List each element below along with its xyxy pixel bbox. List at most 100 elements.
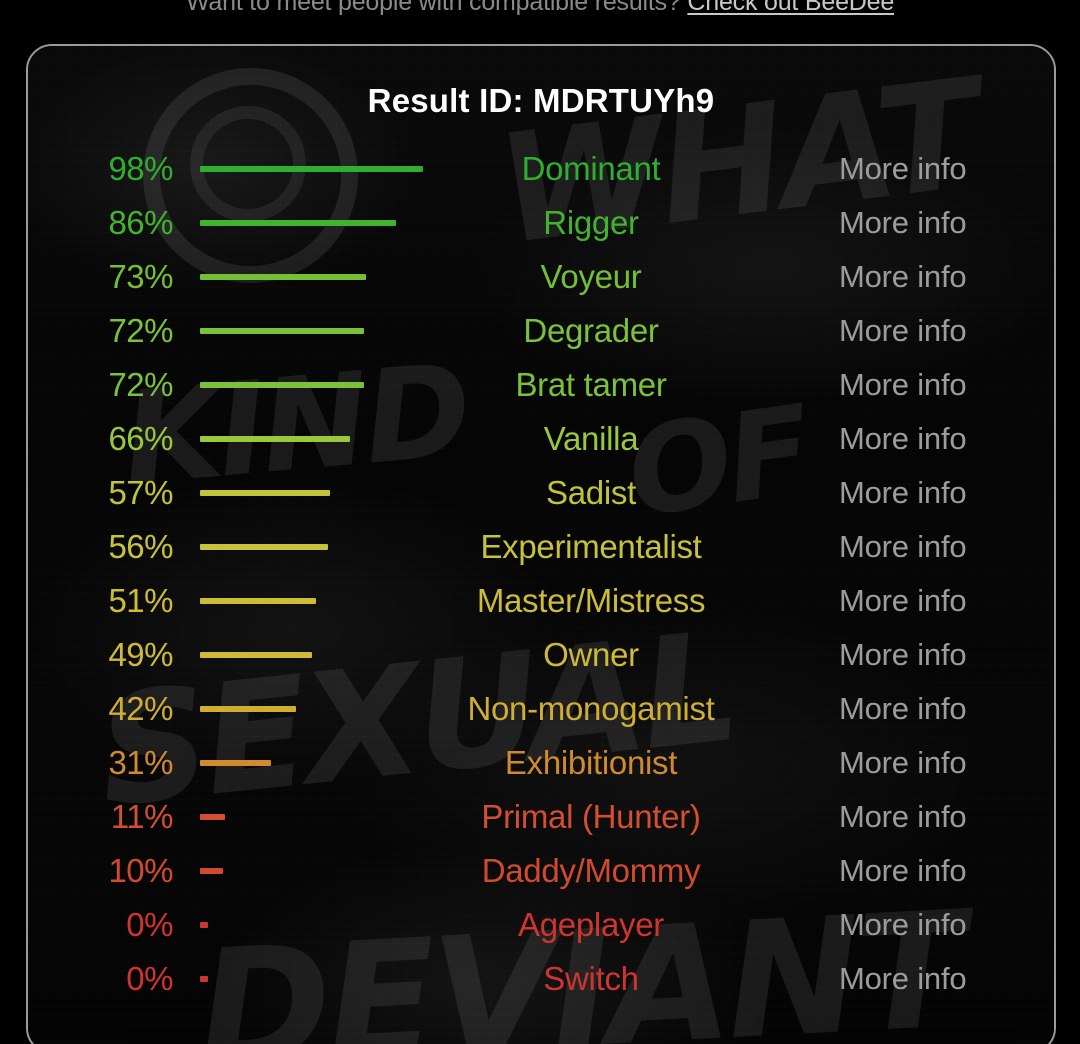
bar-fill: [200, 760, 271, 766]
result-id-title: Result ID: MDRTUYh9: [367, 82, 715, 119]
more-info-link[interactable]: More info: [839, 691, 1054, 727]
results-list: 98% Dominant More info 86% Rigger More info 73…: [28, 142, 1054, 1006]
percentage-value: 0%: [126, 906, 173, 943]
bar-track: [173, 652, 463, 658]
kink-label: Rigger: [543, 204, 639, 241]
more-info-link[interactable]: More info: [839, 421, 1054, 457]
more-info-link[interactable]: More info: [839, 637, 1054, 673]
percentage-value: 72%: [108, 366, 173, 403]
promo-banner: Want to meet people with compatible resu…: [0, 0, 1080, 17]
bar-track: [173, 706, 463, 712]
kink-label: Ageplayer: [518, 906, 664, 943]
more-info-link[interactable]: More info: [839, 205, 1054, 241]
more-info-link[interactable]: More info: [839, 529, 1054, 565]
more-info-link[interactable]: More info: [839, 745, 1054, 781]
more-info-link[interactable]: More info: [839, 853, 1054, 889]
bar-track: [173, 976, 463, 982]
bar-fill: [200, 274, 366, 280]
more-info-link[interactable]: More info: [839, 259, 1054, 295]
result-row: 0% Ageplayer More info: [28, 898, 1054, 952]
percentage-value: 73%: [108, 258, 173, 295]
bar-fill: [200, 976, 208, 982]
percentage-value: 57%: [108, 474, 173, 511]
result-row: 72% Brat tamer More info: [28, 358, 1054, 412]
percentage-value: 86%: [108, 204, 173, 241]
result-row: 72% Degrader More info: [28, 304, 1054, 358]
bar-fill: [200, 328, 364, 334]
bar-track: [173, 220, 463, 226]
bar-track: [173, 922, 463, 928]
result-row: 42% Non-monogamist More info: [28, 682, 1054, 736]
screen-root: Want to meet people with compatible resu…: [0, 0, 1080, 1044]
bar-fill: [200, 436, 350, 442]
beedee-link[interactable]: Check out BeeDee: [687, 0, 894, 16]
result-row: 57% Sadist More info: [28, 466, 1054, 520]
percentage-value: 42%: [108, 690, 173, 727]
bar-track: [173, 814, 463, 820]
bar-track: [173, 436, 463, 442]
bar-fill: [200, 544, 328, 550]
kink-label: Sadist: [546, 474, 636, 511]
bar-fill: [200, 652, 312, 658]
result-row: 11% Primal (Hunter) More info: [28, 790, 1054, 844]
kink-label: Vanilla: [543, 420, 639, 457]
percentage-value: 72%: [108, 312, 173, 349]
more-info-link[interactable]: More info: [839, 475, 1054, 511]
kink-label: Exhibitionist: [504, 744, 678, 781]
more-info-link[interactable]: More info: [839, 583, 1054, 619]
result-row: 0% Switch More info: [28, 952, 1054, 1006]
result-row: 86% Rigger More info: [28, 196, 1054, 250]
promo-text: Want to meet people with compatible resu…: [185, 0, 681, 16]
more-info-link[interactable]: More info: [839, 151, 1054, 187]
bar-fill: [200, 706, 296, 712]
bar-track: [173, 868, 463, 874]
result-row: 10% Daddy/Mommy More info: [28, 844, 1054, 898]
bar-track: [173, 598, 463, 604]
bar-track: [173, 490, 463, 496]
bar-track: [173, 760, 463, 766]
kink-label: Dominant: [521, 150, 661, 187]
result-row: 73% Voyeur More info: [28, 250, 1054, 304]
percentage-value: 98%: [108, 150, 173, 187]
kink-label: Degrader: [523, 312, 659, 349]
result-row: 98% Dominant More info: [28, 142, 1054, 196]
result-row: 66% Vanilla More info: [28, 412, 1054, 466]
percentage-value: 49%: [108, 636, 173, 673]
kink-label: Brat tamer: [515, 366, 667, 403]
percentage-value: 10%: [108, 852, 173, 889]
kink-label: Owner: [543, 636, 639, 673]
kink-label: Switch: [543, 960, 639, 997]
more-info-link[interactable]: More info: [839, 907, 1054, 943]
kink-label: Experimentalist: [480, 528, 702, 565]
kink-label: Primal (Hunter): [481, 798, 701, 835]
bar-track: [173, 328, 463, 334]
bar-fill: [200, 598, 316, 604]
result-row: 51% Master/Mistress More info: [28, 574, 1054, 628]
bar-fill: [200, 922, 208, 928]
bar-track: [173, 382, 463, 388]
result-row: 31% Exhibitionist More info: [28, 736, 1054, 790]
kink-label: Non-monogamist: [467, 690, 715, 727]
kink-label: Master/Mistress: [476, 582, 706, 619]
kink-label: Daddy/Mommy: [481, 852, 701, 889]
bar-track: [173, 544, 463, 550]
bar-fill: [200, 868, 223, 874]
more-info-link[interactable]: More info: [839, 961, 1054, 997]
percentage-value: 11%: [110, 798, 174, 835]
bar-fill: [200, 814, 225, 820]
more-info-link[interactable]: More info: [839, 799, 1054, 835]
bar-fill: [200, 382, 364, 388]
footer-note: Compare results for more kinks and brows…: [28, 1040, 1054, 1044]
more-info-link[interactable]: More info: [839, 367, 1054, 403]
more-info-link[interactable]: More info: [839, 313, 1054, 349]
percentage-value: 66%: [108, 420, 173, 457]
percentage-value: 56%: [108, 528, 173, 565]
bar-fill: [200, 490, 330, 496]
result-row: 49% Owner More info: [28, 628, 1054, 682]
result-card: WHAT KIND OF SEXUAL DEVIANT Result ID: M…: [26, 44, 1056, 1044]
percentage-value: 31%: [108, 744, 173, 781]
percentage-value: 0%: [126, 960, 173, 997]
bar-track: [173, 166, 463, 172]
kink-label: Voyeur: [540, 258, 642, 295]
bar-fill: [200, 166, 423, 172]
